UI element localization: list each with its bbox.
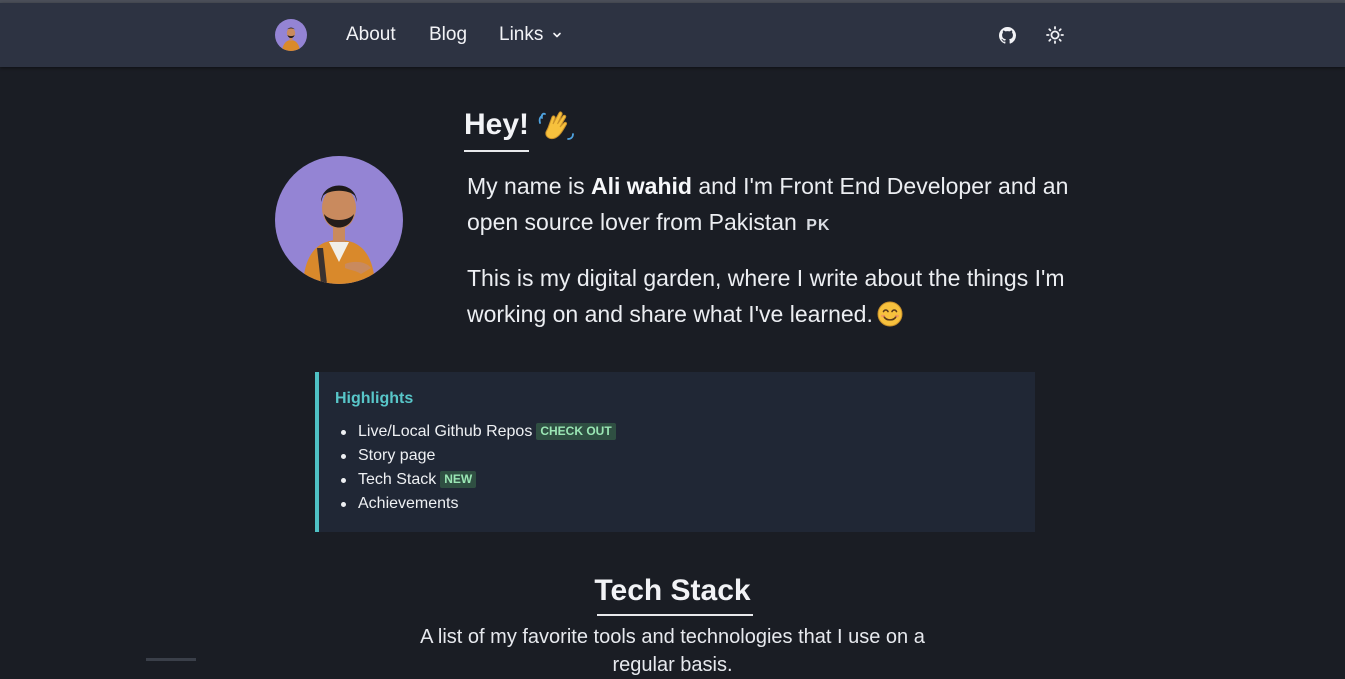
waving-hand-icon bbox=[538, 111, 574, 140]
highlight-item-tech-stack[interactable]: Tech Stack NEW bbox=[339, 468, 616, 492]
theme-toggle-button[interactable] bbox=[1043, 23, 1067, 47]
intro-paragraph: My name is Ali wahid and I'm Front End D… bbox=[467, 168, 1077, 244]
highlight-item-github-repos[interactable]: Live/Local Github Repos CHECK OUT bbox=[339, 420, 616, 444]
nav-blog-link[interactable]: Blog bbox=[429, 23, 467, 47]
garden-text: This is my digital garden, where I write… bbox=[467, 265, 1065, 327]
sun-icon bbox=[1046, 26, 1064, 44]
highlight-label: Achievements bbox=[358, 495, 459, 512]
new-badge: NEW bbox=[440, 471, 477, 488]
highlight-label: Tech Stack bbox=[358, 471, 437, 488]
highlight-item-story-page[interactable]: Story page bbox=[339, 444, 616, 468]
github-button[interactable] bbox=[995, 23, 1019, 47]
smiling-face-icon bbox=[877, 301, 903, 327]
profile-photo bbox=[275, 156, 403, 284]
nav-links-dropdown[interactable]: Links bbox=[499, 23, 562, 47]
highlights-title: Highlights bbox=[335, 390, 414, 407]
greeting-heading: Hey! bbox=[464, 108, 530, 141]
intro-prefix: My name is bbox=[467, 173, 591, 199]
highlights-list: Live/Local Github Repos CHECK OUT Story p… bbox=[339, 420, 616, 516]
tech-stack-description: A list of my favorite tools and technolo… bbox=[420, 626, 925, 676]
chevron-down-icon bbox=[553, 32, 562, 38]
highlights-callout: Highlights Live/Local Github Repos CHECK … bbox=[315, 372, 1035, 532]
tech-stack-heading: Tech Stack bbox=[594, 574, 751, 607]
nav-about-link[interactable]: About bbox=[346, 23, 396, 47]
garden-paragraph: This is my digital garden, where I write… bbox=[467, 260, 1077, 332]
nav-avatar[interactable] bbox=[275, 19, 307, 51]
flag-pk: PK bbox=[806, 217, 831, 234]
check-out-badge: CHECK OUT bbox=[536, 423, 616, 440]
tech-stack-underline bbox=[597, 614, 753, 616]
navbar: About Blog Links bbox=[0, 3, 1345, 67]
highlight-label: Story page bbox=[358, 447, 436, 464]
github-icon bbox=[998, 26, 1016, 44]
nav-links-label: Links bbox=[499, 24, 544, 45]
author-name: Ali wahid bbox=[590, 173, 692, 199]
highlight-item-achievements[interactable]: Achievements bbox=[339, 492, 616, 516]
highlight-label: Live/Local Github Repos bbox=[358, 423, 533, 440]
greeting-underline bbox=[464, 150, 529, 152]
